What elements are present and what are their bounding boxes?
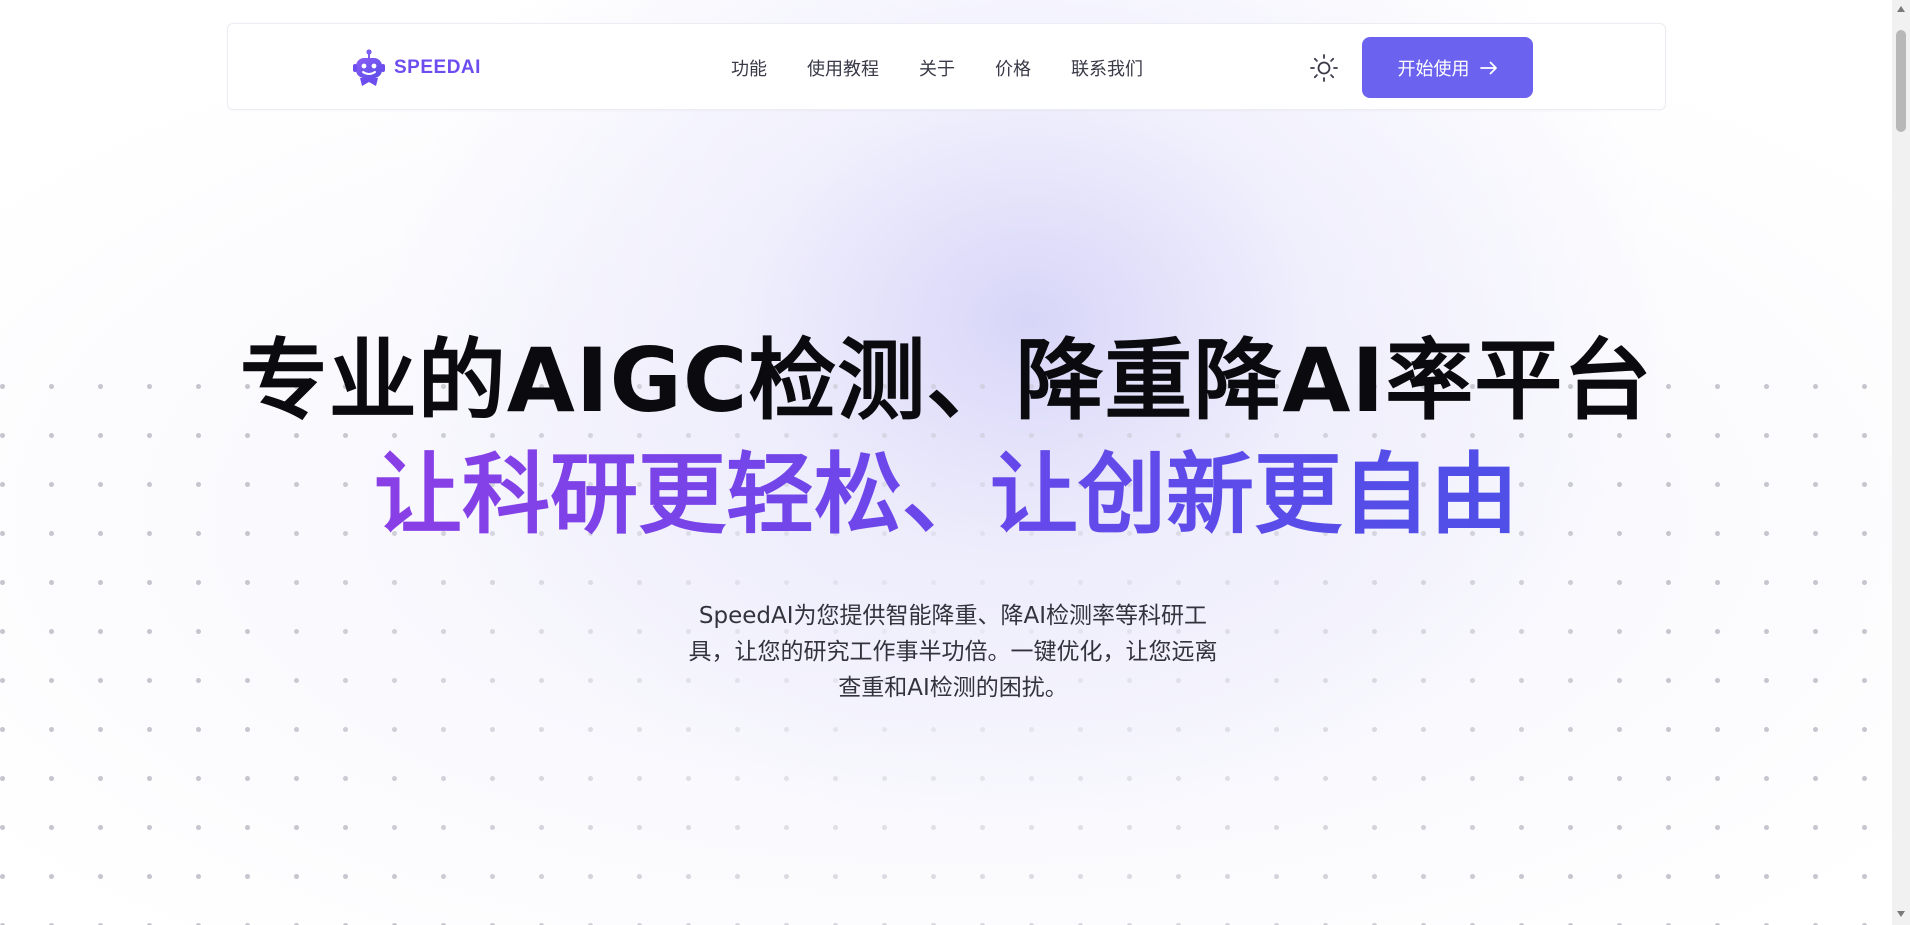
scrollbar-thumb[interactable] bbox=[1896, 30, 1906, 132]
scroll-up-arrow-icon[interactable] bbox=[1896, 4, 1906, 14]
brand-name: SPEEDAI bbox=[394, 57, 481, 78]
vertical-scrollbar[interactable] bbox=[1892, 0, 1910, 925]
arrow-right-icon bbox=[1479, 61, 1497, 74]
page: SPEEDAI 功能 使用教程 关于 价格 联系我们 开始使用 专业的AIGC检… bbox=[0, 0, 1892, 925]
nav-link-tutorial[interactable]: 使用教程 bbox=[807, 55, 879, 81]
nav-link-about[interactable]: 关于 bbox=[919, 55, 955, 81]
get-started-button[interactable]: 开始使用 bbox=[1362, 37, 1533, 98]
robot-logo-icon bbox=[353, 49, 385, 86]
brand-logo[interactable]: SPEEDAI bbox=[352, 48, 481, 88]
hero-title: 专业的AIGC检测、降重降AI率平台 bbox=[239, 329, 1653, 432]
get-started-label: 开始使用 bbox=[1397, 58, 1470, 80]
hero-tagline: 让科研更轻松、让创新更自由 bbox=[0, 440, 1892, 550]
nav-link-features[interactable]: 功能 bbox=[731, 55, 767, 81]
hero-description: SpeedAI为您提供智能降重、降AI检测率等科研工具，让您的研究工作事半功倍。… bbox=[688, 603, 1218, 701]
hero-tagline-text: 让科研更轻松、让创新更自由 bbox=[373, 443, 1518, 546]
main-nav: 功能 使用教程 关于 价格 联系我们 bbox=[731, 24, 1183, 111]
scroll-down-arrow-icon[interactable] bbox=[1896, 909, 1906, 919]
top-navbar: SPEEDAI 功能 使用教程 关于 价格 联系我们 开始使用 bbox=[227, 23, 1666, 110]
theme-toggle-button[interactable] bbox=[1306, 50, 1342, 86]
nav-link-contact[interactable]: 联系我们 bbox=[1071, 55, 1143, 81]
nav-link-pricing[interactable]: 价格 bbox=[995, 55, 1031, 81]
sun-icon bbox=[1310, 54, 1338, 82]
